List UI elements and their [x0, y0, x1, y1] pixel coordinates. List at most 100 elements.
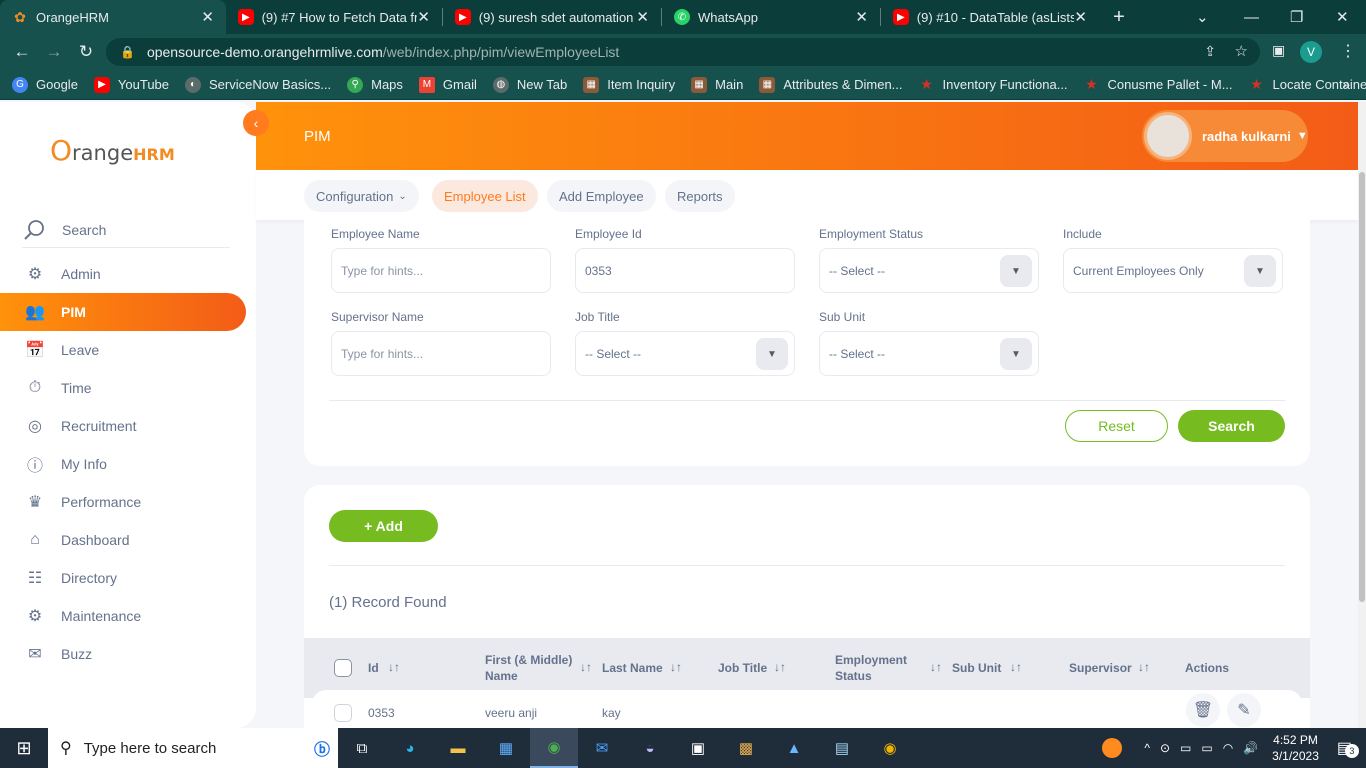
sidebar-item-recruitment[interactable]: ◎ Recruitment	[0, 407, 246, 445]
delete-button[interactable]: 🗑	[1186, 693, 1220, 727]
bing-icon[interactable]: ⓑ	[314, 736, 330, 760]
sort-icon[interactable]: ↓↑	[930, 660, 942, 674]
chevron-up-icon[interactable]: ^	[1144, 741, 1150, 755]
row-checkbox[interactable]	[334, 704, 352, 722]
meet-now-icon[interactable]: ⊙	[1160, 741, 1170, 755]
sidebar-item-performance[interactable]: ♛ Performance	[0, 483, 246, 521]
collapse-sidebar-button[interactable]: ‹	[243, 110, 269, 136]
sort-icon[interactable]: ↓↑	[388, 660, 400, 674]
tab-youtube-datatable[interactable]: ▶ (9) #10 - DataTable (asLists) i ✕	[881, 0, 1099, 34]
page-scrollbar[interactable]	[1358, 102, 1366, 728]
sidebar-item-maintenance[interactable]: ⚙ Maintenance	[0, 597, 246, 635]
edge-icon[interactable]: ◕	[386, 728, 434, 768]
add-employee-button[interactable]: + Add	[329, 510, 438, 542]
sub-unit-select[interactable]: -- Select -- ▼	[819, 331, 1039, 376]
tab-configuration[interactable]: Configuration ⌄	[304, 180, 419, 212]
sort-icon[interactable]: ↓↑	[670, 660, 682, 674]
volume-icon[interactable]: 🔊	[1243, 741, 1258, 755]
store-icon[interactable]: ▦	[482, 728, 530, 768]
sidebar-search[interactable]: Search	[22, 212, 230, 248]
new-tab-button[interactable]: +	[1099, 6, 1139, 29]
bookmark-new-tab[interactable]: ◍ New Tab	[492, 76, 567, 93]
wifi-icon[interactable]: ◠	[1223, 741, 1233, 755]
battery-icon[interactable]: ▭	[1201, 741, 1212, 755]
intellij-icon[interactable]: ▣	[674, 728, 722, 768]
share-icon[interactable]: ⇪	[1204, 43, 1216, 60]
employment-status-select[interactable]: -- Select -- ▼	[819, 248, 1039, 293]
url-omnibox[interactable]: 🔒 opensource-demo.orangehrmlive.com/web/…	[106, 38, 1260, 66]
include-select[interactable]: Current Employees Only ▼	[1063, 248, 1283, 293]
tab-add-employee[interactable]: Add Employee	[547, 180, 656, 212]
sort-icon[interactable]: ↓↑	[1010, 660, 1022, 674]
sidebar-item-pim[interactable]: 👥 PIM	[0, 293, 246, 331]
bookmark-youtube[interactable]: ▶ YouTube	[93, 76, 169, 93]
tab-orangehrm[interactable]: ✿ OrangeHRM ✕	[0, 0, 226, 34]
forward-icon[interactable]: →	[38, 42, 70, 62]
back-icon[interactable]: ←	[6, 42, 38, 62]
tab-reports[interactable]: Reports	[665, 180, 735, 212]
bookmark-inventory[interactable]: ★ Inventory Functiona...	[919, 76, 1067, 93]
sidebar-item-dashboard[interactable]: ⌂ Dashboard	[0, 521, 246, 559]
sidebar-item-directory[interactable]: ☷ Directory	[0, 559, 246, 597]
sort-icon[interactable]: ↓↑	[580, 660, 592, 674]
file-explorer-icon[interactable]: ▬	[434, 728, 482, 768]
sidebar-item-time[interactable]: ⏱ Time	[0, 369, 246, 407]
bookmark-gmail[interactable]: M Gmail	[418, 76, 477, 93]
weather-icon[interactable]	[1102, 738, 1123, 758]
user-dropdown[interactable]: radha kulkarni ▼	[1142, 110, 1308, 162]
close-icon[interactable]: ✕	[201, 8, 214, 26]
task-view-icon[interactable]: ⧉	[338, 728, 386, 768]
bookmark-main[interactable]: ▦ Main	[691, 76, 743, 93]
sidebar-item-my-info[interactable]: ⓘ My Info	[0, 445, 246, 483]
table-row[interactable]: 0353 veeru anji kay 🗑 ✎	[312, 690, 1302, 728]
browser-menu-icon[interactable]: ⋮	[1340, 41, 1356, 61]
photos-icon[interactable]: ▲	[770, 728, 818, 768]
minimize-icon[interactable]: —	[1244, 0, 1259, 34]
reload-icon[interactable]: ↻	[70, 42, 102, 62]
select-all-checkbox[interactable]	[334, 659, 352, 677]
chrome-icon[interactable]: ◉	[866, 728, 914, 768]
notifications-icon[interactable]: ▤3	[1337, 738, 1359, 758]
employee-name-input[interactable]: Type for hints...	[331, 248, 551, 293]
eclipse-icon[interactable]: ◒	[626, 728, 674, 768]
tab-youtube-suresh[interactable]: ▶ (9) suresh sdet automation - ✕	[443, 0, 661, 34]
lock-icon[interactable]: 🔒	[120, 45, 135, 59]
tab-search-icon[interactable]: ⌄	[1196, 0, 1209, 34]
close-icon[interactable]: ✕	[1074, 8, 1087, 26]
close-icon[interactable]: ✕	[417, 8, 430, 26]
tab-employee-list[interactable]: Employee List	[432, 180, 538, 212]
app-icon[interactable]: ▩	[722, 728, 770, 768]
profile-avatar[interactable]: V	[1300, 41, 1322, 63]
tab-youtube-fetch-data[interactable]: ▶ (9) #7 How to Fetch Data fror ✕	[226, 0, 442, 34]
sidebar-item-leave[interactable]: 📅 Leave	[0, 331, 246, 369]
close-icon[interactable]: ✕	[855, 8, 868, 26]
restore-icon[interactable]: ❐	[1290, 0, 1303, 34]
taskbar-search[interactable]: ⚲ Type here to search ⓑ	[48, 728, 338, 768]
search-button[interactable]: Search	[1178, 410, 1285, 442]
bookmark-item-inquiry[interactable]: ▦ Item Inquiry	[583, 76, 675, 93]
side-panel-icon[interactable]: ▣	[1272, 42, 1285, 59]
windows-start-icon[interactable]: ⊞	[0, 728, 48, 768]
sort-icon[interactable]: ↓↑	[774, 660, 786, 674]
edit-button[interactable]: ✎	[1227, 693, 1261, 727]
bookmark-google[interactable]: G Google	[12, 76, 78, 93]
bookmark-consume-pallet[interactable]: ★ Conusme Pallet - M...	[1084, 76, 1232, 93]
sidebar-item-admin[interactable]: ⚙ Admin	[0, 255, 246, 293]
employee-id-input[interactable]: 0353	[575, 248, 795, 293]
bookmark-maps[interactable]: ⚲ Maps	[347, 76, 403, 93]
scrollbar-thumb[interactable]	[1359, 172, 1365, 602]
network-icon[interactable]: ▭	[1180, 741, 1191, 755]
mail-icon[interactable]: ✉	[578, 728, 626, 768]
window-close-icon[interactable]: ✕	[1336, 0, 1349, 34]
tab-whatsapp[interactable]: ✆ WhatsApp ✕	[662, 0, 880, 34]
bookmark-star-icon[interactable]: ☆	[1235, 42, 1248, 60]
close-icon[interactable]: ✕	[636, 8, 649, 26]
reset-button[interactable]: Reset	[1065, 410, 1168, 442]
bookmark-servicenow[interactable]: ◐ ServiceNow Basics...	[185, 76, 331, 93]
chrome-taskbar-icon[interactable]: ◉	[530, 728, 578, 768]
job-title-select[interactable]: -- Select -- ▼	[575, 331, 795, 376]
sidebar-item-buzz[interactable]: ✉ Buzz	[0, 635, 246, 673]
bookmark-attributes[interactable]: ▦ Attributes & Dimen...	[759, 76, 903, 93]
sort-icon[interactable]: ↓↑	[1138, 660, 1150, 674]
clock[interactable]: 4:52 PM 3/1/2023	[1272, 732, 1319, 764]
